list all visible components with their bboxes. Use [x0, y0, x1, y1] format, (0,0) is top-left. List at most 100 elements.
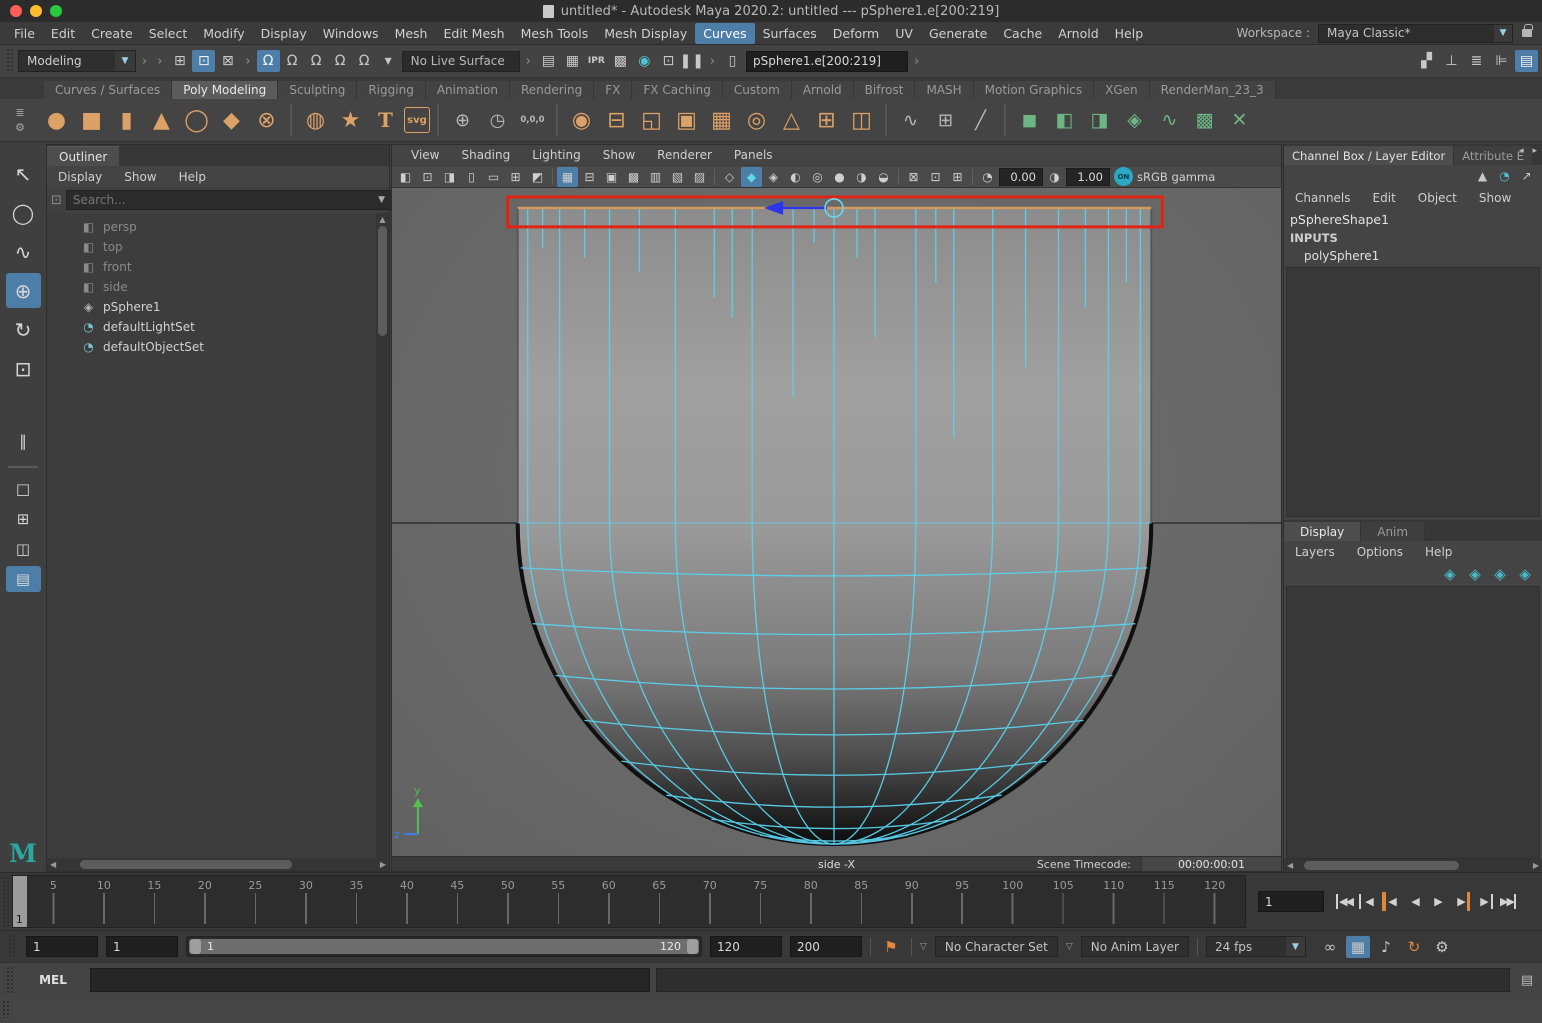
viewport-3d-view[interactable]: y z	[392, 188, 1281, 856]
snap-to-grid-icon[interactable]: Ω	[257, 50, 280, 72]
layer-list-area[interactable]	[1286, 586, 1540, 859]
outliner-horizontal-scrollbar[interactable]: ◀ ▶	[47, 858, 389, 871]
boolean-intersection-icon[interactable]: ◨	[1083, 102, 1116, 138]
snap-options-dropdown-icon[interactable]: ▾	[377, 50, 400, 72]
scroll-up-icon[interactable]: ▲	[379, 213, 385, 226]
boolean-union-icon[interactable]: ◼	[1013, 102, 1046, 138]
quadrangulate-icon[interactable]: ⊞	[810, 102, 843, 138]
channelbox-menu-edit[interactable]: Edit	[1362, 191, 1407, 205]
render-setup-icon[interactable]: ⊡	[657, 50, 680, 72]
combine-icon[interactable]: ◉	[565, 102, 598, 138]
zero-transforms-icon[interactable]: 0,0,0	[516, 102, 549, 138]
lock-camera-icon[interactable]: ⊡	[417, 167, 438, 187]
range-start-handle[interactable]	[190, 939, 201, 954]
channel-box-toggle-icon[interactable]: ≣	[1465, 50, 1488, 72]
statusline-grip[interactable]	[6, 48, 14, 74]
shelf-tab-poly-modeling[interactable]: Poly Modeling	[172, 81, 278, 99]
select-by-object-icon[interactable]: ⊡	[192, 50, 215, 72]
lattice-icon[interactable]: ⊞	[929, 102, 962, 138]
smooth-icon[interactable]: ◎	[740, 102, 773, 138]
group-expander-icon[interactable]: ›	[241, 54, 254, 69]
outliner-item-defaultlightset[interactable]: ◔ defaultLightSet	[47, 317, 376, 337]
modeling-toolkit-icon[interactable]: ▞	[1415, 50, 1438, 72]
group-expander-icon[interactable]: ›	[910, 54, 923, 69]
gear-icon[interactable]: ⚙	[15, 121, 25, 134]
resolution-gate-icon[interactable]: ▣	[601, 167, 622, 187]
attribute-editor-toggle-icon[interactable]: ⊫	[1490, 50, 1513, 72]
group-expander-icon[interactable]: ›	[153, 54, 166, 69]
new-layer-from-selected-icon[interactable]: ◈	[1516, 563, 1534, 585]
poly-cone-icon[interactable]: ▲	[145, 102, 178, 138]
step-back-frame-button[interactable]: ◀	[1358, 892, 1379, 911]
group-expander-icon[interactable]: ›	[138, 54, 151, 69]
multisample-icon[interactable]: ⊠	[903, 167, 924, 187]
scale-tool[interactable]: ⊡	[6, 351, 41, 386]
menu-edit[interactable]: Edit	[43, 23, 83, 44]
next-key-button[interactable]: ▶	[1450, 892, 1471, 911]
poly-torus-icon[interactable]: ◯	[180, 102, 213, 138]
boolean-difference-icon[interactable]: ◧	[1048, 102, 1081, 138]
loop-playback-icon[interactable]: ∞	[1318, 936, 1342, 958]
current-frame-marker[interactable]: 1	[13, 876, 27, 927]
tool-settings-toggle-icon[interactable]: ▤	[1515, 50, 1538, 72]
animation-preferences-icon[interactable]: ⚙	[1430, 936, 1454, 958]
outliner-menu-show[interactable]: Show	[113, 170, 167, 184]
layers-menu-help[interactable]: Help	[1414, 545, 1463, 559]
chevron-down-icon[interactable]: ▽	[920, 942, 927, 952]
outliner-tab[interactable]: Outliner	[47, 146, 119, 166]
group-expander-icon[interactable]: ›	[706, 54, 719, 69]
scrollbar-thumb[interactable]	[1304, 861, 1459, 870]
animation-end-field[interactable]	[790, 936, 862, 957]
render-view-icon[interactable]: ▤	[537, 50, 560, 72]
play-backwards-button[interactable]: ◀	[1404, 892, 1425, 911]
outliner-vertical-scrollbar[interactable]: ▲	[376, 213, 389, 858]
step-forward-frame-button[interactable]: ▶	[1473, 892, 1494, 911]
construction-aim-icon[interactable]: ⊕	[446, 102, 479, 138]
shelf-tab-rendering[interactable]: Rendering	[510, 81, 594, 99]
mel-input-field[interactable]	[90, 968, 650, 992]
quick-render-icon[interactable]: ▦	[561, 50, 584, 72]
anim-layer-dropdown[interactable]: No Anim Layer	[1081, 936, 1189, 957]
rangebar-grip[interactable]	[8, 934, 16, 959]
chevron-down-icon[interactable]: ▼	[1494, 25, 1512, 42]
helpline-grip[interactable]	[2, 1000, 10, 1018]
channelbox-menu-channels[interactable]: Channels	[1284, 191, 1362, 205]
poly-cube-icon[interactable]: ■	[75, 102, 108, 138]
outliner-item-top[interactable]: ◧ top	[47, 237, 376, 257]
shadows-icon[interactable]: ●	[829, 167, 850, 187]
shelf-tab-custom[interactable]: Custom	[723, 81, 792, 99]
reset-time-icon[interactable]: ◷	[481, 102, 514, 138]
close-window-button[interactable]	[10, 5, 22, 17]
cached-playback-icon[interactable]: ↻	[1402, 936, 1426, 958]
outliner-item-front[interactable]: ◧ front	[47, 257, 376, 277]
chevron-down-icon[interactable]: ▼	[115, 51, 135, 71]
shelf-tab-rigging[interactable]: Rigging	[357, 81, 425, 99]
shaded-mode-icon[interactable]: ◆	[741, 167, 762, 187]
last-tool-icon[interactable]: ‖	[6, 428, 41, 454]
channel-display-icon[interactable]: ▲	[1473, 167, 1492, 185]
scroll-right-icon[interactable]: ▶	[1530, 861, 1542, 870]
menu-file[interactable]: File	[6, 23, 43, 44]
separate-icon[interactable]: ⊟	[600, 102, 633, 138]
shelf-tab-fx-caching[interactable]: FX Caching	[632, 81, 722, 99]
safe-title-icon[interactable]: ▨	[689, 167, 710, 187]
shelf-tab-motion-graphics[interactable]: Motion Graphics	[974, 81, 1095, 99]
paint-select-tool[interactable]: ∿	[6, 234, 41, 269]
grid-icon[interactable]: ▦	[557, 167, 578, 187]
menu-surfaces[interactable]: Surfaces	[755, 23, 825, 44]
outliner-menu-help[interactable]: Help	[168, 170, 217, 184]
layout-four-pane-button[interactable]: ⊞	[6, 506, 41, 532]
menu-edit-mesh[interactable]: Edit Mesh	[435, 23, 512, 44]
mirror-icon[interactable]: ◫	[845, 102, 878, 138]
menu-help[interactable]: Help	[1107, 23, 1152, 44]
menu-mesh-display[interactable]: Mesh Display	[596, 23, 695, 44]
mute-audio-icon[interactable]: ♪	[1374, 936, 1398, 958]
scroll-left-icon[interactable]: ◀	[47, 860, 59, 869]
image-plane-icon[interactable]: ▭	[483, 167, 504, 187]
svg-tool-icon[interactable]: svg	[404, 107, 430, 133]
go-to-end-button[interactable]: ▶▶	[1496, 892, 1517, 911]
ambient-occlusion-icon[interactable]: ◑	[851, 167, 872, 187]
select-tool[interactable]: ↖	[6, 156, 41, 191]
menu-display[interactable]: Display	[253, 23, 315, 44]
lights-icon[interactable]: ◎	[807, 167, 828, 187]
